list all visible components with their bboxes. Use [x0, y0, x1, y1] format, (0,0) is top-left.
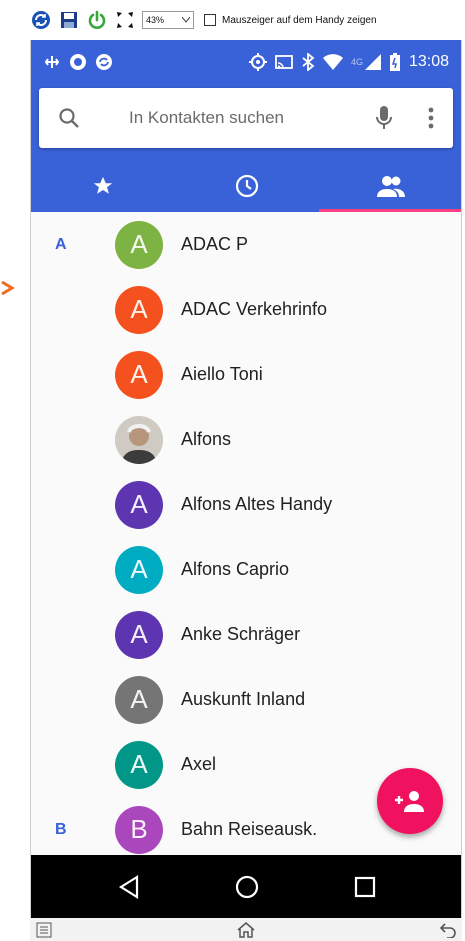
status-time: 13:08	[408, 53, 449, 70]
save-icon[interactable]	[58, 9, 80, 31]
search-bar[interactable]: In Kontakten suchen	[39, 88, 453, 148]
record-icon	[70, 54, 86, 70]
recents-icon[interactable]	[354, 876, 376, 898]
avatar-initial: A	[130, 554, 148, 584]
contact-name: Axel	[181, 754, 217, 774]
zoom-select[interactable]: 43%	[142, 11, 194, 29]
avatar-initial: A	[130, 684, 148, 714]
contact-name: ADAC Verkehrinfo	[181, 299, 328, 319]
status-bar: 4G 13:08	[31, 40, 461, 84]
tab-contacts[interactable]	[319, 160, 461, 212]
avatar: A	[115, 480, 163, 529]
host-bottom-bar	[30, 918, 462, 941]
contact-row[interactable]: A Aiello Toni	[31, 342, 461, 407]
contact-name: Alfons Altes Handy	[181, 494, 333, 514]
pointer-checkbox-label: Mauszeiger auf dem Handy zeigen	[222, 14, 377, 26]
search-icon[interactable]	[39, 107, 99, 129]
contact-name: Anke Schräger	[181, 624, 301, 644]
contacts-icon	[377, 176, 405, 197]
menu-icon[interactable]	[36, 922, 52, 938]
avatar	[115, 415, 163, 464]
avatar-initial: A	[130, 489, 148, 519]
avatar-initial: A	[130, 229, 148, 259]
contact-row[interactable]: A Auskunft Inland	[31, 667, 461, 732]
contact-name: Alfons Caprio	[181, 559, 290, 579]
avatar-initial: A	[130, 294, 148, 324]
avatar: A	[115, 285, 163, 334]
add-person-icon	[395, 791, 424, 812]
arrow-right-icon	[1, 280, 15, 296]
tab-bar	[31, 160, 461, 212]
section-letter: A	[55, 235, 67, 253]
power-icon[interactable]	[86, 9, 108, 31]
avatar-initial: A	[130, 359, 148, 389]
sync-icon	[96, 54, 112, 70]
contact-name: Auskunft Inland	[181, 689, 306, 709]
home-icon[interactable]	[235, 875, 259, 899]
contact-name: Bahn Reiseausk.	[181, 819, 318, 839]
host-toolbar: 43% Mauszeiger auf dem Handy zeigen	[0, 0, 465, 40]
mic-icon[interactable]	[359, 106, 409, 130]
cast-icon	[275, 55, 293, 69]
avatar: A	[115, 610, 163, 659]
zoom-value: 43%	[146, 15, 165, 25]
back-icon[interactable]	[118, 874, 140, 899]
contact-row[interactable]: A A ADAC P	[31, 212, 461, 277]
more-options-icon[interactable]	[409, 107, 453, 129]
avatar-initial: B	[130, 814, 148, 844]
clock-icon	[235, 174, 259, 198]
bluetooth-icon	[302, 53, 315, 71]
contact-row[interactable]: A Alfons Altes Handy	[31, 472, 461, 537]
contact-list: A A ADAC P A ADAC Verkehrinfo A Aiello Toni Alf…	[31, 212, 461, 862]
usb-icon	[44, 56, 60, 68]
refresh-icon[interactable]	[30, 9, 52, 31]
navigation-bar	[31, 855, 461, 918]
contact-row[interactable]: A Alfons Caprio	[31, 537, 461, 602]
avatar-initial: A	[130, 619, 148, 649]
contact-name: Aiello Toni	[181, 364, 263, 384]
avatar: A	[115, 350, 163, 399]
avatar: B	[115, 805, 163, 854]
contact-row[interactable]: A Anke Schräger	[31, 602, 461, 667]
phone-screen: 4G 13:08 In Kontakten suchen A A ADAC P …	[30, 40, 462, 918]
fullscreen-icon[interactable]	[114, 9, 136, 31]
contact-name: ADAC P	[181, 234, 249, 254]
app-header: In Kontakten suchen	[31, 84, 461, 212]
add-contact-button[interactable]	[377, 768, 443, 834]
tab-favorites[interactable]	[31, 160, 175, 212]
contact-row[interactable]: A ADAC Verkehrinfo	[31, 277, 461, 342]
wifi-icon	[322, 54, 343, 70]
avatar: A	[115, 220, 163, 269]
chevron-down-icon	[182, 17, 190, 23]
person-photo-icon	[115, 415, 163, 464]
search-input[interactable]: In Kontakten suchen	[99, 108, 359, 128]
avatar: A	[115, 675, 163, 724]
section-letter: B	[55, 820, 67, 838]
avatar: A	[115, 740, 163, 789]
home-icon[interactable]	[237, 921, 255, 938]
pointer-checkbox[interactable]	[204, 14, 216, 26]
tab-recents[interactable]	[175, 160, 319, 212]
avatar: A	[115, 545, 163, 594]
battery-icon	[389, 53, 400, 71]
screen: 43% Mauszeiger auf dem Handy zeigen 4G 1…	[0, 0, 465, 941]
signal-icon	[364, 54, 381, 70]
star-icon	[93, 176, 113, 194]
back-arrow-icon[interactable]	[440, 922, 456, 938]
contact-row[interactable]: Alfons	[31, 407, 461, 472]
network-type: 4G	[350, 57, 363, 67]
location-icon	[248, 53, 267, 71]
contact-name: Alfons	[181, 429, 232, 449]
avatar-initial: A	[130, 749, 148, 779]
